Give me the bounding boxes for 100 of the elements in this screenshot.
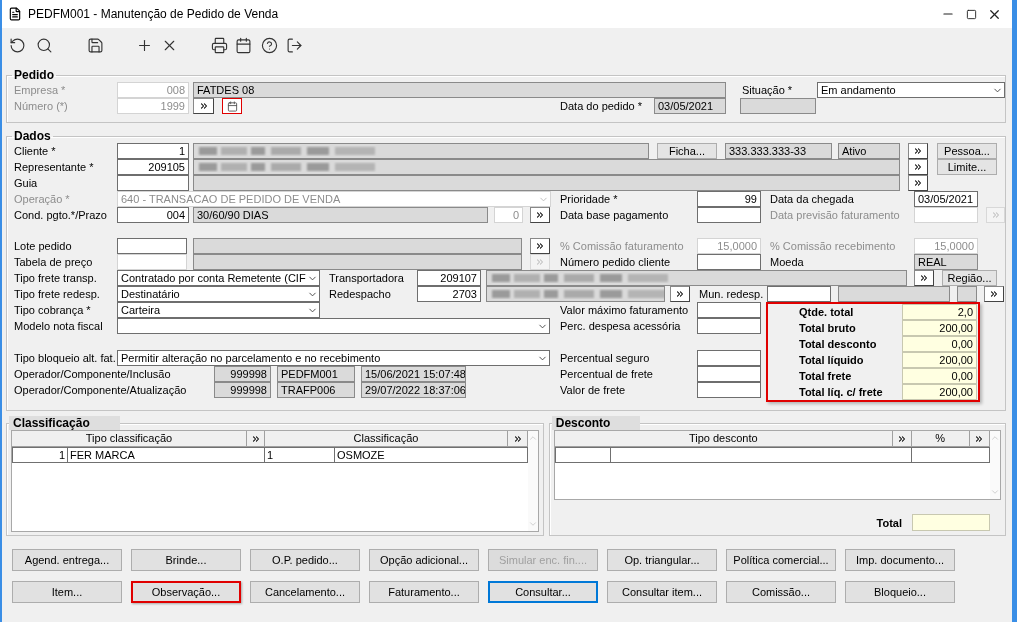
action-button[interactable]: Bloqueio...	[845, 581, 955, 603]
input-field[interactable]	[740, 98, 816, 114]
dropdown[interactable]	[117, 318, 550, 334]
input-field[interactable]	[697, 302, 761, 318]
chevron-up-icon	[528, 433, 538, 443]
redacted-field[interactable]	[193, 159, 900, 175]
input-field[interactable]	[697, 350, 761, 366]
lookup-button[interactable]	[670, 286, 690, 302]
input-field[interactable]	[767, 286, 831, 302]
lookup-button[interactable]	[908, 175, 928, 191]
input-field[interactable]: FATDES 08	[193, 82, 726, 98]
action-button[interactable]: Limite...	[937, 159, 997, 175]
action-button[interactable]: Item...	[12, 581, 122, 603]
input-field[interactable]: PEDFM001	[277, 366, 355, 382]
action-button[interactable]: Opção adicional...	[369, 549, 479, 571]
input-field[interactable]	[697, 366, 761, 382]
lookup-button[interactable]	[908, 143, 928, 159]
input-field[interactable]: 29/07/2022 18:37:06	[361, 382, 466, 398]
lookup-button[interactable]	[530, 207, 550, 223]
dropdown[interactable]: Destinatário	[117, 286, 320, 302]
double-chevron-icon	[989, 289, 999, 299]
action-button[interactable]: Comissão...	[726, 581, 836, 603]
input-field[interactable]	[838, 286, 950, 302]
dropdown[interactable]: Permitir alteração no parcelamento e no recebimento	[117, 350, 550, 366]
input-field[interactable]: 1	[117, 143, 189, 159]
input-field[interactable]	[697, 254, 761, 270]
action-button[interactable]: Brinde...	[131, 549, 241, 571]
input-field[interactable]: 333.333.333-33	[725, 143, 832, 159]
action-button[interactable]: Cancelamento...	[250, 581, 360, 603]
dropdown[interactable]: Em andamento	[817, 82, 1005, 98]
redacted-field[interactable]	[486, 270, 907, 286]
input-field[interactable]: 15,0000	[914, 238, 978, 254]
action-button[interactable]: Op. triangular...	[607, 549, 717, 571]
redacted-field[interactable]	[486, 286, 665, 302]
input-field[interactable]: 0	[494, 207, 523, 223]
action-button[interactable]: Consultar item...	[607, 581, 717, 603]
input-field[interactable]	[193, 254, 522, 270]
input-field[interactable]: 008	[117, 82, 189, 98]
action-button[interactable]: Política comercial...	[726, 549, 836, 571]
action-button[interactable]: Pessoa...	[937, 143, 997, 159]
lookup-button[interactable]	[508, 431, 528, 447]
field-label: Moeda	[770, 255, 805, 270]
column-header[interactable]: %	[911, 431, 970, 447]
input-field[interactable]: 999998	[214, 382, 271, 398]
input-field[interactable]: 03/05/2021	[914, 191, 978, 207]
input-field[interactable]: 30/60/90 DIAS	[193, 207, 488, 223]
lookup-button[interactable]	[914, 270, 934, 286]
input-field[interactable]: 15,0000	[697, 238, 761, 254]
lookup-button[interactable]	[530, 238, 550, 254]
action-button[interactable]: Ficha...	[657, 143, 717, 159]
lookup-button[interactable]	[247, 431, 265, 447]
redacted-field[interactable]	[193, 143, 649, 159]
chevron-down-icon	[528, 519, 538, 529]
column-header[interactable]: Classificação	[265, 431, 508, 447]
field-label: Data base pagamento	[560, 208, 670, 223]
input-field[interactable]: 15/06/2021 15:07:48	[361, 366, 466, 382]
input-field[interactable]	[697, 318, 761, 334]
action-button[interactable]: Observação...	[131, 581, 241, 603]
input-field[interactable]	[193, 238, 522, 254]
input-field[interactable]: REAL	[914, 254, 978, 270]
action-button[interactable]: O.P. pedido...	[250, 549, 360, 571]
total-value: 0,00	[901, 368, 977, 384]
input-field[interactable]	[697, 207, 761, 223]
dropdown[interactable]: Contratado por conta Remetente (CIF	[117, 270, 320, 286]
action-button[interactable]: Região...	[942, 270, 997, 286]
input-field[interactable]: 209105	[117, 159, 189, 175]
section-title: Pedido	[13, 68, 55, 82]
column-header[interactable]: Tipo desconto	[554, 431, 893, 447]
input-field[interactable]: 1999	[117, 98, 189, 114]
input-field[interactable]: TRAFP006	[277, 382, 355, 398]
action-button[interactable]: Faturamento...	[369, 581, 479, 603]
field-label: Transportadora	[329, 271, 405, 286]
action-button[interactable]: Agend. entrega...	[12, 549, 122, 571]
calendar-button[interactable]	[222, 98, 242, 114]
lookup-button[interactable]	[193, 98, 214, 114]
input-field[interactable]	[957, 286, 977, 302]
input-field[interactable]: 209107	[417, 270, 481, 286]
action-button[interactable]: Consultar...	[488, 581, 598, 603]
input-field[interactable]: 004	[117, 207, 189, 223]
column-header[interactable]: Tipo classificação	[12, 431, 247, 447]
scrollbar[interactable]	[528, 431, 538, 531]
double-chevron-icon	[535, 257, 545, 267]
input-field[interactable]: 99	[697, 191, 761, 207]
field-label: Situação *	[742, 83, 794, 98]
scrollbar[interactable]	[989, 431, 1000, 499]
input-field[interactable]: 03/05/2021	[654, 98, 726, 114]
input-field[interactable]	[697, 382, 761, 398]
input-field[interactable]: 999998	[214, 366, 271, 382]
field-label: % Comissão recebimento	[770, 239, 897, 254]
lookup-button[interactable]	[908, 159, 928, 175]
lookup-button[interactable]	[969, 431, 990, 447]
dropdown[interactable]: Carteira	[117, 302, 320, 318]
input-field[interactable]: 2703	[417, 286, 481, 302]
input-field[interactable]	[117, 175, 189, 191]
field-label: Lote pedido	[14, 239, 73, 254]
lookup-button[interactable]	[984, 286, 1004, 302]
input-field[interactable]	[193, 175, 900, 191]
input-field[interactable]	[117, 238, 187, 254]
action-button[interactable]: Imp. documento...	[845, 549, 955, 571]
input-field[interactable]: Ativo	[838, 143, 900, 159]
